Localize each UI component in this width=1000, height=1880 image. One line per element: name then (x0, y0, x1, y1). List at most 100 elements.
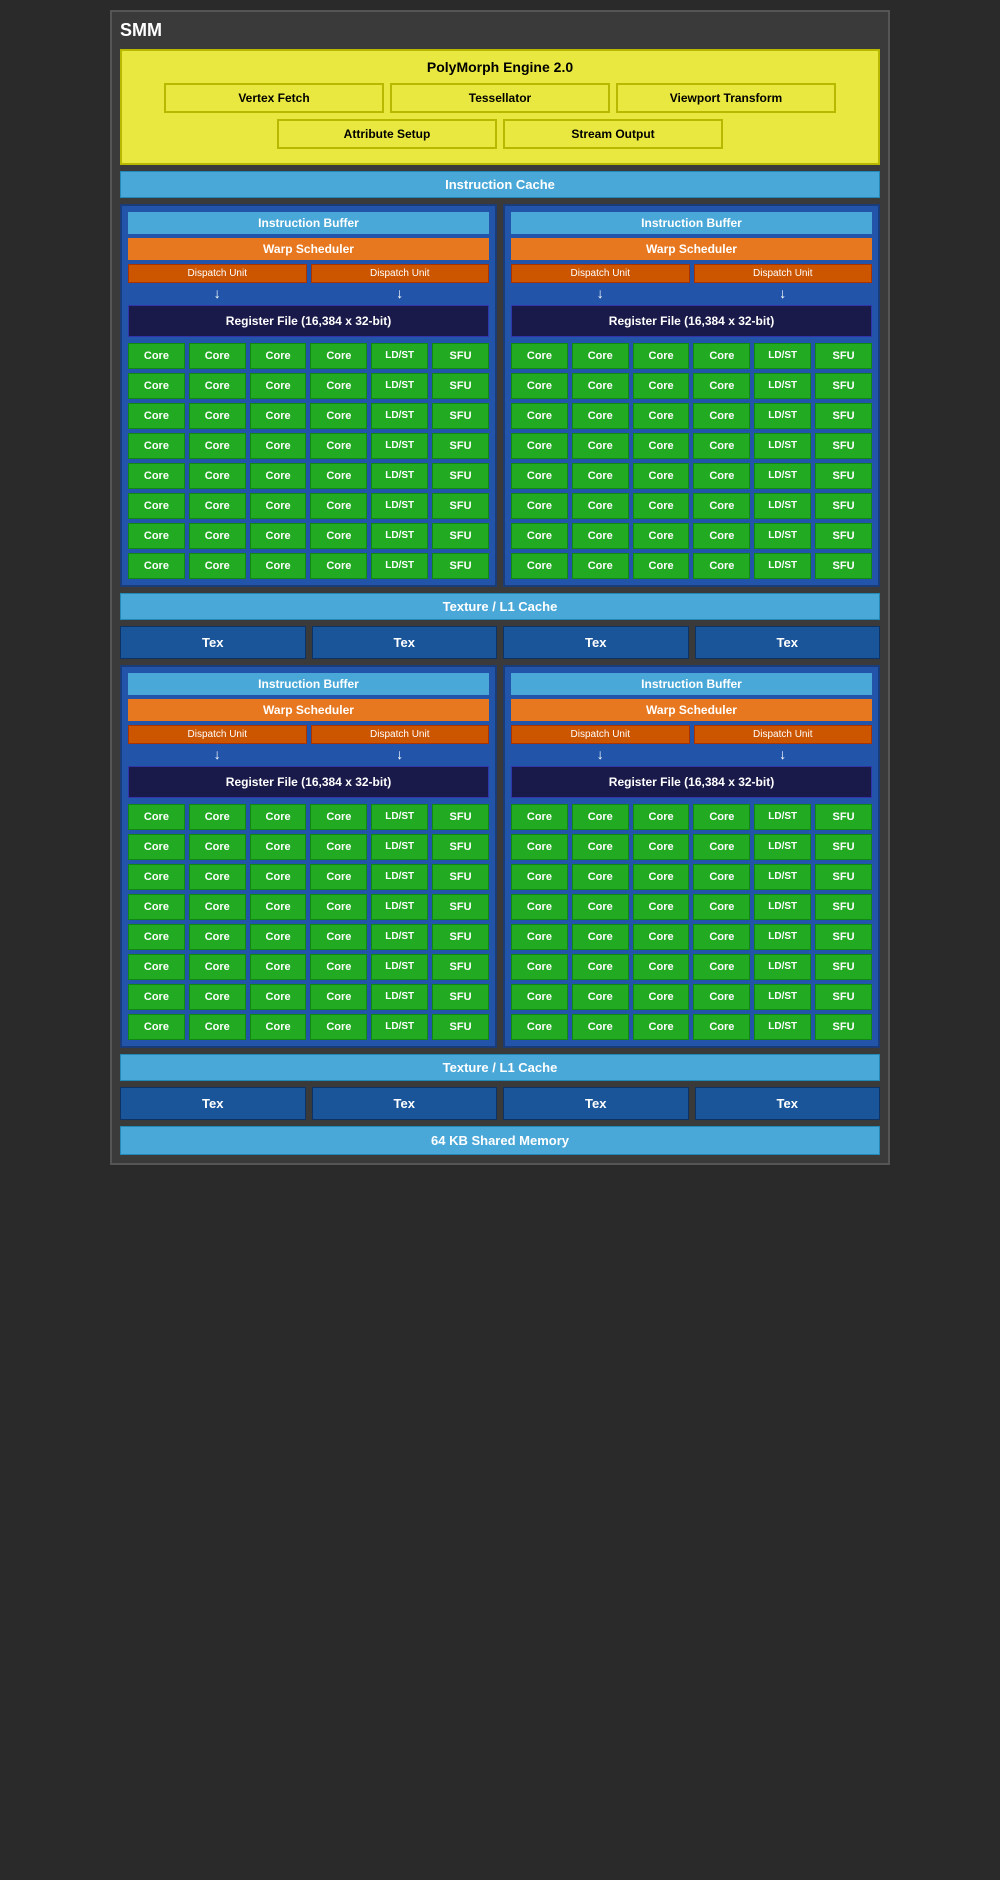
sfu: SFU (815, 804, 872, 830)
sm2-register-file: Register File (16,384 x 32-bit) (511, 305, 872, 337)
ldst: LD/ST (371, 864, 428, 890)
sfu: SFU (432, 834, 489, 860)
sfu: SFU (815, 924, 872, 950)
core: Core (633, 924, 690, 950)
attribute-setup: Attribute Setup (277, 119, 497, 149)
core: Core (511, 403, 568, 429)
core: Core (128, 553, 185, 579)
core: Core (572, 403, 629, 429)
core: Core (633, 1014, 690, 1040)
ldst: LD/ST (371, 523, 428, 549)
ldst: LD/ST (754, 493, 811, 519)
core: Core (693, 553, 750, 579)
sm2-dispatch-row: Dispatch Unit Dispatch Unit (511, 264, 872, 283)
vertex-fetch: Vertex Fetch (164, 83, 384, 113)
sm3-register-file: Register File (16,384 x 32-bit) (128, 766, 489, 798)
sm3-warp-scheduler: Warp Scheduler (128, 699, 489, 721)
core: Core (511, 433, 568, 459)
ldst: LD/ST (371, 373, 428, 399)
sm1-dispatch-unit-1: Dispatch Unit (128, 264, 307, 283)
core: Core (189, 403, 246, 429)
core: Core (572, 373, 629, 399)
core: Core (633, 553, 690, 579)
sfu: SFU (432, 804, 489, 830)
core: Core (633, 373, 690, 399)
ldst: LD/ST (371, 463, 428, 489)
core: Core (310, 373, 367, 399)
sm-block-2: Instruction Buffer Warp Scheduler Dispat… (503, 204, 880, 587)
sfu: SFU (815, 523, 872, 549)
sfu: SFU (432, 1014, 489, 1040)
core: Core (250, 1014, 307, 1040)
core: Core (189, 954, 246, 980)
sfu: SFU (815, 433, 872, 459)
core: Core (572, 343, 629, 369)
sm1-row1: Core Core Core Core LD/ST SFU (128, 343, 489, 369)
sm4-dispatch-row: Dispatch Unit Dispatch Unit (511, 725, 872, 744)
core: Core (310, 1014, 367, 1040)
core: Core (250, 433, 307, 459)
sm2-arrow2: ↓ (694, 285, 873, 301)
sfu: SFU (815, 984, 872, 1010)
sm2-arrow1: ↓ (511, 285, 690, 301)
ldst: LD/ST (371, 433, 428, 459)
core: Core (511, 1014, 568, 1040)
core: Core (572, 804, 629, 830)
core: Core (693, 804, 750, 830)
core: Core (250, 493, 307, 519)
sm-block-4: Instruction Buffer Warp Scheduler Dispat… (503, 665, 880, 1048)
core: Core (310, 493, 367, 519)
sfu: SFU (815, 493, 872, 519)
ldst: LD/ST (371, 954, 428, 980)
core: Core (128, 984, 185, 1010)
core: Core (128, 463, 185, 489)
sm4-row8: Core Core Core Core LD/ST SFU (511, 1014, 872, 1040)
sfu: SFU (432, 343, 489, 369)
core: Core (511, 373, 568, 399)
polymorph-row2: Attribute Setup Stream Output (130, 119, 870, 149)
ldst: LD/ST (371, 403, 428, 429)
sfu: SFU (432, 373, 489, 399)
ldst: LD/ST (754, 373, 811, 399)
sm3-row5: Core Core Core Core LD/ST SFU (128, 924, 489, 950)
core: Core (310, 403, 367, 429)
sm3-dispatch-unit-1: Dispatch Unit (128, 725, 307, 744)
sm3-core-grid: Core Core Core Core LD/ST SFU Core Core … (128, 804, 489, 1040)
core: Core (310, 924, 367, 950)
core: Core (511, 834, 568, 860)
tex-row-upper: Tex Tex Tex Tex (120, 626, 880, 659)
tex-5: Tex (120, 1087, 306, 1120)
core: Core (572, 954, 629, 980)
sm4-row1: Core Core Core Core LD/ST SFU (511, 804, 872, 830)
core: Core (511, 804, 568, 830)
sm4-row7: Core Core Core Core LD/ST SFU (511, 984, 872, 1010)
sfu: SFU (432, 553, 489, 579)
sm4-arrows: ↓ ↓ (511, 746, 872, 762)
core: Core (250, 343, 307, 369)
polymorph-title: PolyMorph Engine 2.0 (130, 59, 870, 75)
sm4-register-file: Register File (16,384 x 32-bit) (511, 766, 872, 798)
core: Core (310, 954, 367, 980)
core: Core (693, 954, 750, 980)
ldst: LD/ST (754, 864, 811, 890)
core: Core (250, 403, 307, 429)
sm2-row3: Core Core Core Core LD/ST SFU (511, 403, 872, 429)
stream-output: Stream Output (503, 119, 723, 149)
sfu: SFU (815, 463, 872, 489)
core: Core (511, 343, 568, 369)
sm1-warp-scheduler: Warp Scheduler (128, 238, 489, 260)
sm1-arrow2: ↓ (311, 285, 490, 301)
core: Core (128, 804, 185, 830)
sm3-arrow1: ↓ (128, 746, 307, 762)
core: Core (572, 553, 629, 579)
ldst: LD/ST (754, 463, 811, 489)
sm4-row5: Core Core Core Core LD/ST SFU (511, 924, 872, 950)
ldst: LD/ST (754, 1014, 811, 1040)
core: Core (511, 894, 568, 920)
core: Core (572, 894, 629, 920)
sm1-register-file: Register File (16,384 x 32-bit) (128, 305, 489, 337)
core: Core (693, 834, 750, 860)
sm3-row7: Core Core Core Core LD/ST SFU (128, 984, 489, 1010)
sm1-row8: Core Core Core Core LD/ST SFU (128, 553, 489, 579)
core: Core (250, 523, 307, 549)
